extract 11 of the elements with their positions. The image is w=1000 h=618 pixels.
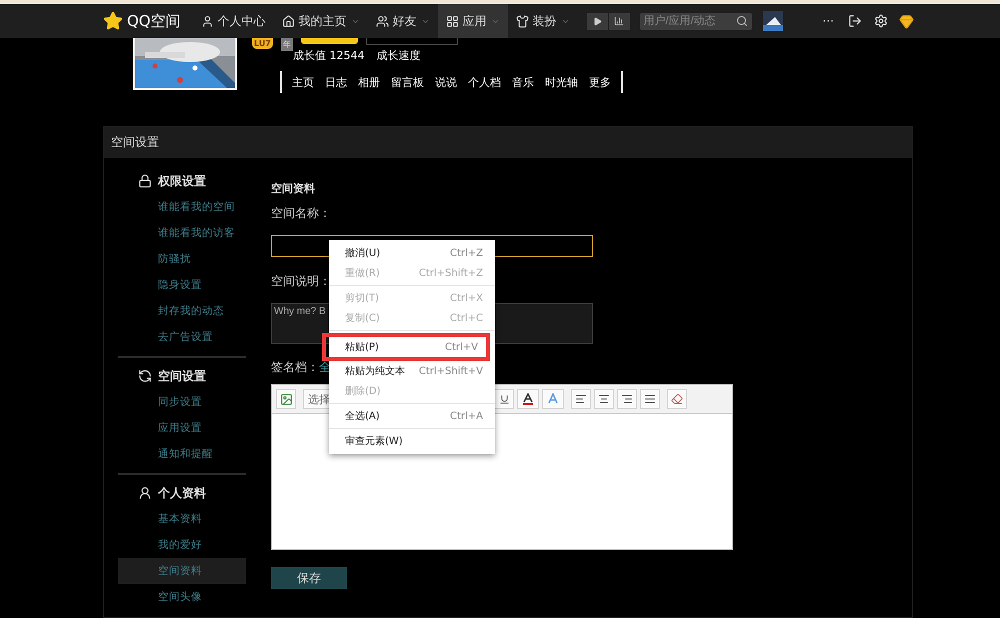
sidebar-group-title: 权限设置 [158,172,206,190]
sidebar-group-title: 空间设置 [158,368,206,384]
section-heading: 空间资料 [271,181,315,197]
sidebar-group-title: 个人资料 [158,484,206,502]
level-badge: LU7 [252,38,273,49]
field-label: 空间名称： [271,205,331,222]
year-badge: 年 [280,38,293,51]
growth-value: 成长值 12544 [293,48,364,63]
field-label: 空间说明： [271,273,331,290]
field-label: 签名档： [271,359,319,376]
panel-title: 空间设置 [104,127,912,158]
